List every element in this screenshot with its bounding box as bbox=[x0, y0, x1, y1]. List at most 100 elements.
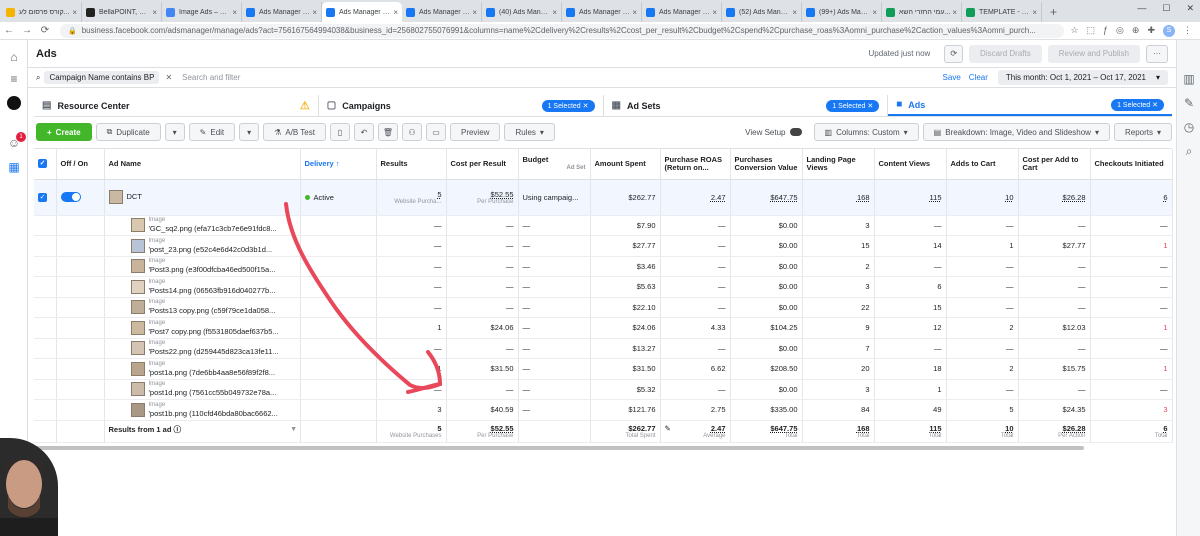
browser-tab[interactable]: Ads Manager - ... × bbox=[242, 2, 322, 22]
close-tab-icon[interactable]: × bbox=[792, 8, 797, 17]
clock-icon[interactable]: ◷ bbox=[1182, 120, 1196, 134]
browser-tab[interactable]: BellaPOINT, Onl... × bbox=[82, 2, 162, 22]
chevron-down-icon[interactable]: ▾ bbox=[292, 424, 296, 433]
comment-button[interactable]: ▭ bbox=[425, 123, 446, 141]
browser-tab[interactable]: Ads Manager - ... × bbox=[562, 2, 642, 22]
horizontal-scrollbar[interactable] bbox=[34, 446, 1084, 450]
home-icon[interactable]: ⌂ bbox=[7, 50, 21, 64]
clipboard-button[interactable]: ▯ bbox=[329, 123, 350, 141]
close-tab-icon[interactable]: × bbox=[952, 8, 957, 17]
ad-name-link[interactable]: DCT bbox=[127, 192, 142, 201]
url-field[interactable]: 🔒 business.facebook.com/adsmanager/manag… bbox=[60, 23, 1065, 38]
browser-tab[interactable]: Ads Manager - ... × bbox=[402, 2, 482, 22]
hamburger-menu-icon[interactable]: ≡ bbox=[7, 72, 21, 86]
more-options-button[interactable]: ··· bbox=[1146, 44, 1168, 63]
col-purchase-value[interactable]: Purchases Conversion Value bbox=[730, 149, 803, 180]
tab-resource-center[interactable]: ▤ Resource Center ⚠ bbox=[34, 95, 319, 116]
table-row[interactable]: Image 'Posts22.png (d259445d823ca13fe11..… bbox=[34, 338, 1173, 359]
review-publish-button[interactable]: Review and Publish bbox=[1047, 44, 1140, 63]
close-tab-icon[interactable]: × bbox=[472, 8, 477, 17]
campaigns-selected-pill[interactable]: 1 Selected ✕ bbox=[541, 99, 595, 112]
maximize-icon[interactable]: ☐ bbox=[1162, 3, 1170, 14]
col-budget[interactable]: Budget Ad Set bbox=[518, 149, 591, 180]
table-row[interactable]: Image 'Posts14.png (06563fb916d040277b...… bbox=[34, 276, 1173, 298]
pencil-icon[interactable]: ✎ bbox=[665, 424, 671, 433]
edit-button[interactable]: ✎ Edit bbox=[188, 123, 236, 141]
tab-ads[interactable]: ■ Ads 1 Selected ✕ bbox=[888, 95, 1172, 116]
table-row[interactable]: Image'post_23.png (e52c4e6d42c0d3b1d... —… bbox=[34, 235, 1173, 257]
browser-tab[interactable]: קורס פרסום לע... × bbox=[2, 2, 82, 22]
refresh-button[interactable]: ⟳ bbox=[944, 44, 964, 63]
tab-ad-sets[interactable]: ▦ Ad Sets 1 Selected ✕ bbox=[604, 95, 889, 116]
extension-icon[interactable]: ƒ bbox=[1103, 25, 1108, 37]
table-row[interactable]: Image'post1d.png (7561cc55b049732e78a...… bbox=[34, 379, 1173, 400]
col-ad-name[interactable]: Ad Name bbox=[104, 149, 301, 180]
menu-dots-icon[interactable]: ⋮ bbox=[1183, 25, 1192, 37]
col-amount-spent[interactable]: Amount Spent bbox=[590, 149, 661, 180]
search-input[interactable]: Search and filter bbox=[182, 73, 942, 82]
table-row[interactable]: Image 'Post7 copy.png (f5531805daef637b5.… bbox=[34, 317, 1173, 339]
pencil-icon[interactable]: ✎ bbox=[1182, 96, 1196, 110]
delete-button[interactable]: 🗑 bbox=[377, 123, 398, 141]
audience-button[interactable]: ⚇ bbox=[401, 123, 422, 141]
info-icon[interactable]: ⓘ bbox=[174, 425, 182, 434]
discard-drafts-button[interactable]: Discard Drafts bbox=[969, 44, 1042, 63]
date-range-picker[interactable]: This month: Oct 1, 2021 – Oct 17, 2021 ▾ bbox=[997, 70, 1168, 85]
undo-button[interactable]: ↶ bbox=[353, 123, 374, 141]
new-tab-button[interactable]: + bbox=[1042, 5, 1065, 22]
ab-test-button[interactable]: ⚗ A/B Test bbox=[263, 123, 326, 141]
adsets-selected-pill[interactable]: 1 Selected ✕ bbox=[826, 99, 880, 112]
close-tab-icon[interactable]: × bbox=[152, 8, 157, 17]
browser-tab[interactable]: (40) Ads Manag... × bbox=[482, 2, 562, 22]
col-adds-to-cart[interactable]: Adds to Cart bbox=[946, 149, 1019, 180]
table-row[interactable]: Image 'GC_sq2.png (efa71c3cb7e6e91fdc8...… bbox=[34, 215, 1173, 236]
col-purchase-roas[interactable]: Purchase ROAS (Return on... bbox=[660, 149, 731, 180]
clear-filter-link[interactable]: Clear bbox=[969, 73, 988, 82]
col-checkouts-initiated[interactable]: Checkouts Initiated bbox=[1090, 149, 1173, 180]
edit-dropdown[interactable]: ▾ bbox=[239, 123, 260, 141]
ads-selected-pill[interactable]: 1 Selected ✕ bbox=[1111, 98, 1164, 111]
select-all-checkbox[interactable]: ✓ bbox=[38, 159, 47, 169]
extension-icon[interactable]: ⬚ bbox=[1087, 25, 1096, 37]
view-setup-toggle[interactable] bbox=[789, 128, 802, 136]
table-grid-icon[interactable]: ▦ bbox=[7, 160, 21, 174]
select-all-cell[interactable]: ✓ bbox=[34, 149, 57, 180]
account-avatar[interactable] bbox=[7, 96, 21, 110]
rules-button[interactable]: Rules ▾ bbox=[504, 123, 555, 141]
close-tab-icon[interactable]: × bbox=[1032, 8, 1037, 17]
col-onoff[interactable]: Off / On bbox=[56, 149, 105, 180]
col-content-views[interactable]: Content Views bbox=[874, 149, 947, 180]
create-button[interactable]: + Create bbox=[36, 123, 92, 141]
star-icon[interactable]: ☆ bbox=[1070, 25, 1078, 37]
search-icon[interactable]: ⌕ bbox=[1182, 144, 1196, 158]
browser-tab[interactable]: TEMPLATE - KP... × bbox=[962, 2, 1042, 22]
col-results[interactable]: Results bbox=[376, 149, 447, 180]
close-tab-icon[interactable]: × bbox=[72, 8, 77, 17]
col-landing-page-views[interactable]: Landing Page Views bbox=[802, 149, 875, 180]
browser-tab[interactable]: Image Ads – Go... × bbox=[162, 2, 242, 22]
reload-icon[interactable]: ⟳ bbox=[36, 25, 54, 36]
table-row-parent[interactable]: ✓ DCT Active 5 Website Purcha... $52.55 Pe… bbox=[34, 179, 1173, 216]
browser-tab[interactable]: Ads Manager - ... × bbox=[322, 2, 402, 22]
preview-button[interactable]: Preview bbox=[449, 123, 501, 141]
close-tab-icon[interactable]: × bbox=[312, 8, 317, 17]
filter-chip[interactable]: Campaign Name contains BP bbox=[44, 71, 160, 84]
tab-campaigns[interactable]: ▢ Campaigns 1 Selected ✕ bbox=[319, 95, 604, 116]
profile-avatar[interactable]: S bbox=[1163, 24, 1175, 37]
puzzle-icon[interactable]: ✚ bbox=[1147, 25, 1155, 37]
forward-icon[interactable]: → bbox=[18, 25, 36, 36]
columns-button[interactable]: ▥ Columns: Custom ▾ bbox=[813, 123, 919, 141]
close-tab-icon[interactable]: × bbox=[872, 8, 877, 17]
table-row[interactable]: Image'post1a.png (7de6bb4aa8e56f89f2f8..… bbox=[34, 358, 1173, 380]
extension-icon[interactable]: ◎ bbox=[1116, 25, 1124, 37]
browser-tab[interactable]: (99+) Ads Mana... × bbox=[802, 2, 882, 22]
reports-button[interactable]: Reports ▾ bbox=[1113, 123, 1172, 141]
chart-icon[interactable]: ▥ bbox=[1182, 72, 1196, 86]
duplicate-dropdown[interactable]: ▾ bbox=[164, 123, 185, 141]
close-tab-icon[interactable]: × bbox=[393, 8, 398, 17]
col-cost-per-result[interactable]: Cost per Result bbox=[446, 149, 519, 180]
minimize-icon[interactable]: — bbox=[1137, 3, 1146, 14]
table-row[interactable]: Image'post1b.png (110cfd46bda80bac6662..… bbox=[34, 399, 1173, 421]
close-window-icon[interactable]: ✕ bbox=[1186, 3, 1194, 14]
close-icon[interactable]: ✕ bbox=[165, 73, 172, 82]
